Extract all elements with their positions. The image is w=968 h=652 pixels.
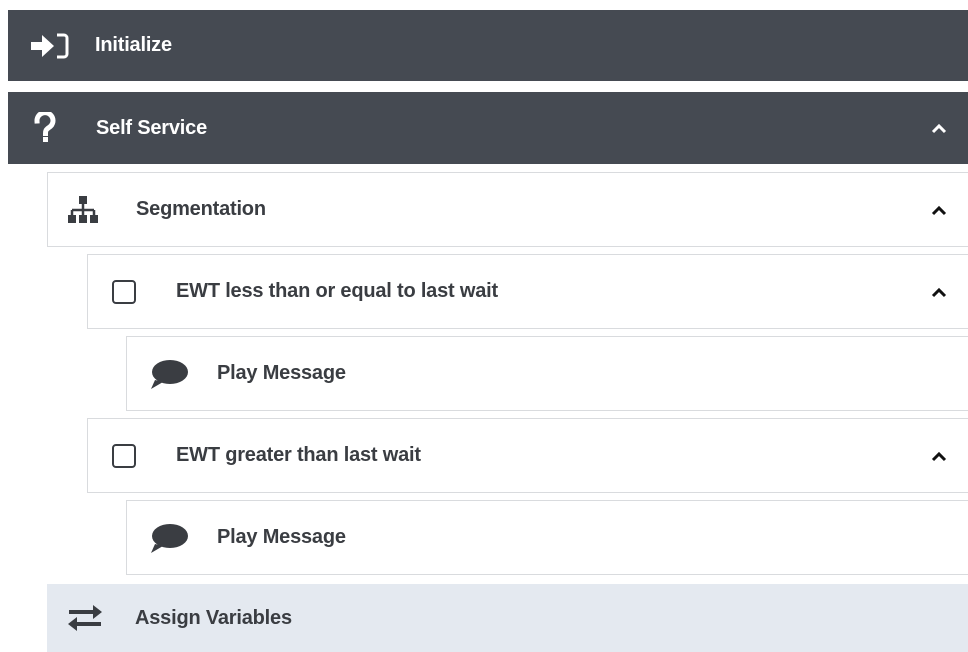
speech-bubble-icon (149, 523, 189, 555)
tree-node-initialize[interactable]: Initialize (8, 10, 968, 81)
chevron-up-icon[interactable] (928, 117, 950, 139)
tree-node-branch-ewt-greater[interactable]: EWT greater than last wait (87, 418, 968, 493)
tree-node-label: Play Message (217, 526, 346, 548)
tree-node-label: Segmentation (136, 198, 266, 220)
tree-node-branch-ewt-less-equal[interactable]: EWT less than or equal to last wait (87, 254, 968, 329)
tree-node-label: Initialize (95, 34, 172, 56)
exchange-arrows-icon (65, 604, 105, 632)
speech-bubble-icon (149, 359, 189, 391)
sitemap-icon (67, 194, 99, 226)
checkbox-icon[interactable] (111, 279, 137, 305)
chevron-up-icon[interactable] (928, 445, 950, 467)
sign-in-icon (28, 32, 72, 60)
tree-node-label: Assign Variables (135, 606, 292, 629)
tree-node-assign-variables[interactable]: Assign Variables (47, 584, 968, 652)
tree-node-self-service[interactable]: Self Service (8, 92, 968, 164)
tree-node-segmentation[interactable]: Segmentation (47, 172, 968, 247)
question-icon (34, 112, 56, 144)
tree-node-label: Play Message (217, 362, 346, 384)
tree-node-label: EWT greater than last wait (176, 444, 421, 466)
chevron-up-icon[interactable] (928, 281, 950, 303)
tree-node-play-message[interactable]: Play Message (126, 336, 968, 411)
chevron-up-icon[interactable] (928, 199, 950, 221)
tree-node-play-message[interactable]: Play Message (126, 500, 968, 575)
checkbox-icon[interactable] (111, 443, 137, 469)
tree-node-label: Self Service (96, 116, 208, 139)
tree-node-label: EWT less than or equal to last wait (176, 280, 498, 302)
